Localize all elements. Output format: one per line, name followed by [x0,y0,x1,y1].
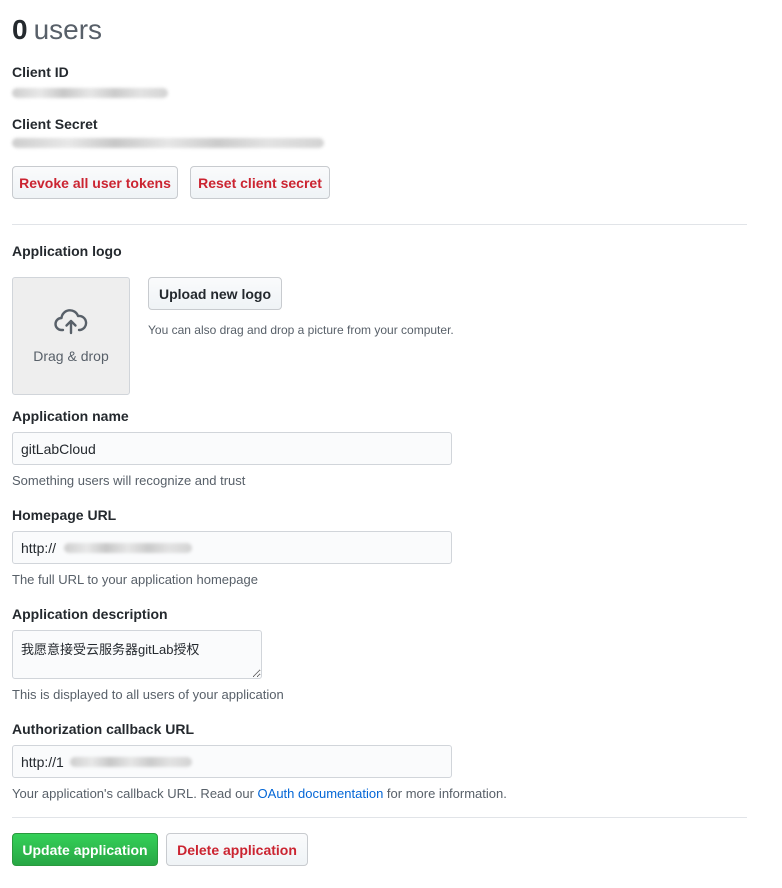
homepage-url-redacted [64,543,192,553]
homepage-url-label: Homepage URL [12,507,117,523]
callback-url-label: Authorization callback URL [12,721,195,737]
application-name-help: Something users will recognize and trust [12,473,246,488]
application-description-label: Application description [12,606,168,622]
homepage-url-help: The full URL to your application homepag… [12,572,258,587]
logo-dropzone[interactable]: Drag & drop [12,277,130,395]
users-count-number: 0 [12,14,28,45]
client-secret-label: Client Secret [12,116,98,132]
revoke-tokens-button[interactable]: Revoke all user tokens [12,166,178,199]
upload-logo-button[interactable]: Upload new logo [148,277,282,310]
application-logo-label: Application logo [12,243,122,259]
users-count-label: users [33,14,103,45]
application-name-input[interactable] [12,432,452,465]
cloud-upload-icon [54,308,88,340]
client-id-value-redacted [12,88,168,98]
application-name-label: Application name [12,408,129,424]
client-secret-value-redacted [12,138,324,148]
delete-application-button[interactable]: Delete application [166,833,308,866]
dropzone-text: Drag & drop [33,347,109,364]
actions-divider [12,817,747,818]
update-application-button[interactable]: Update application [12,833,158,866]
client-id-label: Client ID [12,64,69,80]
callback-url-redacted [70,757,192,767]
upload-note: You can also drag and drop a picture fro… [148,323,454,337]
application-description-textarea[interactable]: 我愿意接受云服务器gitLab授权 [12,630,262,679]
application-description-help: This is displayed to all users of your a… [12,687,284,702]
callback-help-prefix: Your application's callback URL. Read ou… [12,786,254,801]
users-count-heading: 0 users [12,12,102,48]
callback-help-suffix: for more information. [386,786,507,801]
reset-secret-button[interactable]: Reset client secret [190,166,330,199]
callback-url-help: Your application's callback URL. Read ou… [12,786,507,801]
oauth-documentation-link[interactable]: OAuth documentation [258,786,384,801]
section-divider [12,224,747,225]
